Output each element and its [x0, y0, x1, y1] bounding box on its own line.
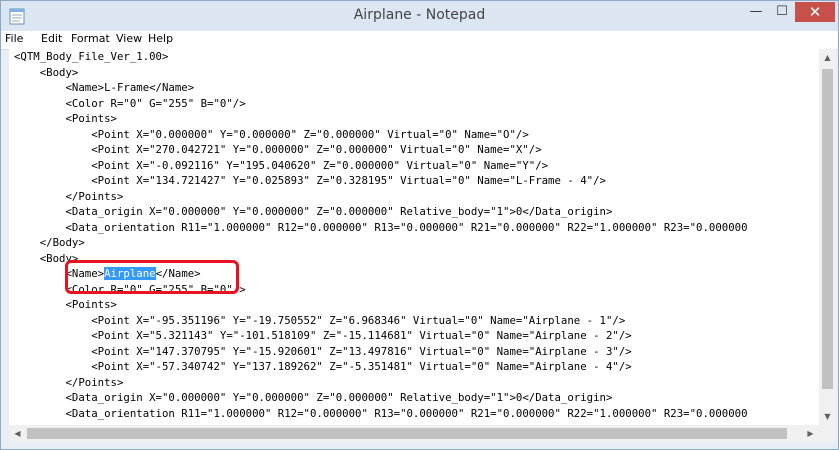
- horizontal-scroll-thumb[interactable]: [27, 428, 787, 439]
- vertical-scroll-thumb[interactable]: [822, 69, 833, 389]
- title-bar[interactable]: Airplane - Notepad — ☐ ✕: [1, 1, 838, 31]
- code-line: <Point X="-95.351196" Y="-19.750552" Z="…: [14, 313, 626, 327]
- annotation-highlight-box: [65, 260, 239, 294]
- window-title: Airplane - Notepad: [353, 7, 486, 23]
- scroll-up-icon[interactable]: ▲: [819, 49, 836, 66]
- scrollbar-corner: [819, 425, 836, 442]
- code-line: <QTM_Body_File_Ver_1.00>: [14, 50, 169, 63]
- code-line: <Body>: [14, 65, 79, 79]
- menu-view[interactable]: View: [116, 32, 142, 45]
- code-line: <Data_orientation R11="1.000000" R12="0.…: [14, 220, 748, 234]
- code-line: <Name>L-Frame</Name>: [14, 81, 195, 94]
- code-line: <Point X="270.042721" Y="0.000000" Z="0.…: [14, 143, 542, 156]
- code-line: <Data_origin X="0.000000" Y="0.000000" Z…: [14, 205, 613, 218]
- code-line: <Point X="147.370795" Y="-15.920601" Z="…: [14, 344, 632, 358]
- code-line: <Point X="0.000000" Y="0.000000" Z="0.00…: [14, 127, 529, 141]
- code-line: <Points>: [14, 112, 117, 125]
- code-line: <Data_origin X="0.000000" Y="0.000000" Z…: [14, 391, 613, 404]
- menu-edit[interactable]: Edit: [41, 32, 62, 45]
- minimize-button[interactable]: —: [743, 2, 769, 22]
- code-line: </Points>: [14, 375, 124, 389]
- code-line: <Data_orientation R11="1.000000" R12="0.…: [14, 406, 748, 420]
- menu-bar: File Edit Format View Help: [1, 31, 838, 50]
- close-button[interactable]: ✕: [795, 2, 835, 22]
- menu-help[interactable]: Help: [148, 32, 173, 45]
- code-line: <Point X="-0.092116" Y="195.040620" Z="0…: [14, 158, 549, 172]
- code-line: <Point X="-57.340742" Y="137.189262" Z="…: [14, 360, 632, 373]
- horizontal-scrollbar[interactable]: ◀ ▶: [9, 425, 819, 442]
- vertical-scrollbar[interactable]: ▲ ▼: [819, 49, 836, 425]
- maximize-button[interactable]: ☐: [769, 2, 795, 22]
- code-line: <Point X="134.721427" Y="0.025893" Z="0.…: [14, 174, 606, 187]
- notepad-window: Airplane - Notepad — ☐ ✕ File Edit Forma…: [0, 0, 839, 450]
- code-line: <Points>: [14, 298, 117, 311]
- code-line: <Color R="0" G="255" B="0"/>: [14, 96, 246, 110]
- menu-file[interactable]: File: [5, 32, 23, 45]
- code-line: </Points>: [14, 189, 124, 203]
- code-line: <Point X="5.321143" Y="-101.518109" Z="-…: [14, 329, 632, 342]
- menu-format[interactable]: Format: [71, 32, 110, 45]
- scroll-right-icon[interactable]: ▶: [802, 425, 819, 442]
- scroll-down-icon[interactable]: ▼: [819, 408, 836, 425]
- scroll-left-icon[interactable]: ◀: [9, 425, 26, 442]
- code-line: </Body>: [14, 236, 85, 249]
- text-editor[interactable]: <QTM_Body_File_Ver_1.00> <Body> <Name>L-…: [9, 49, 819, 425]
